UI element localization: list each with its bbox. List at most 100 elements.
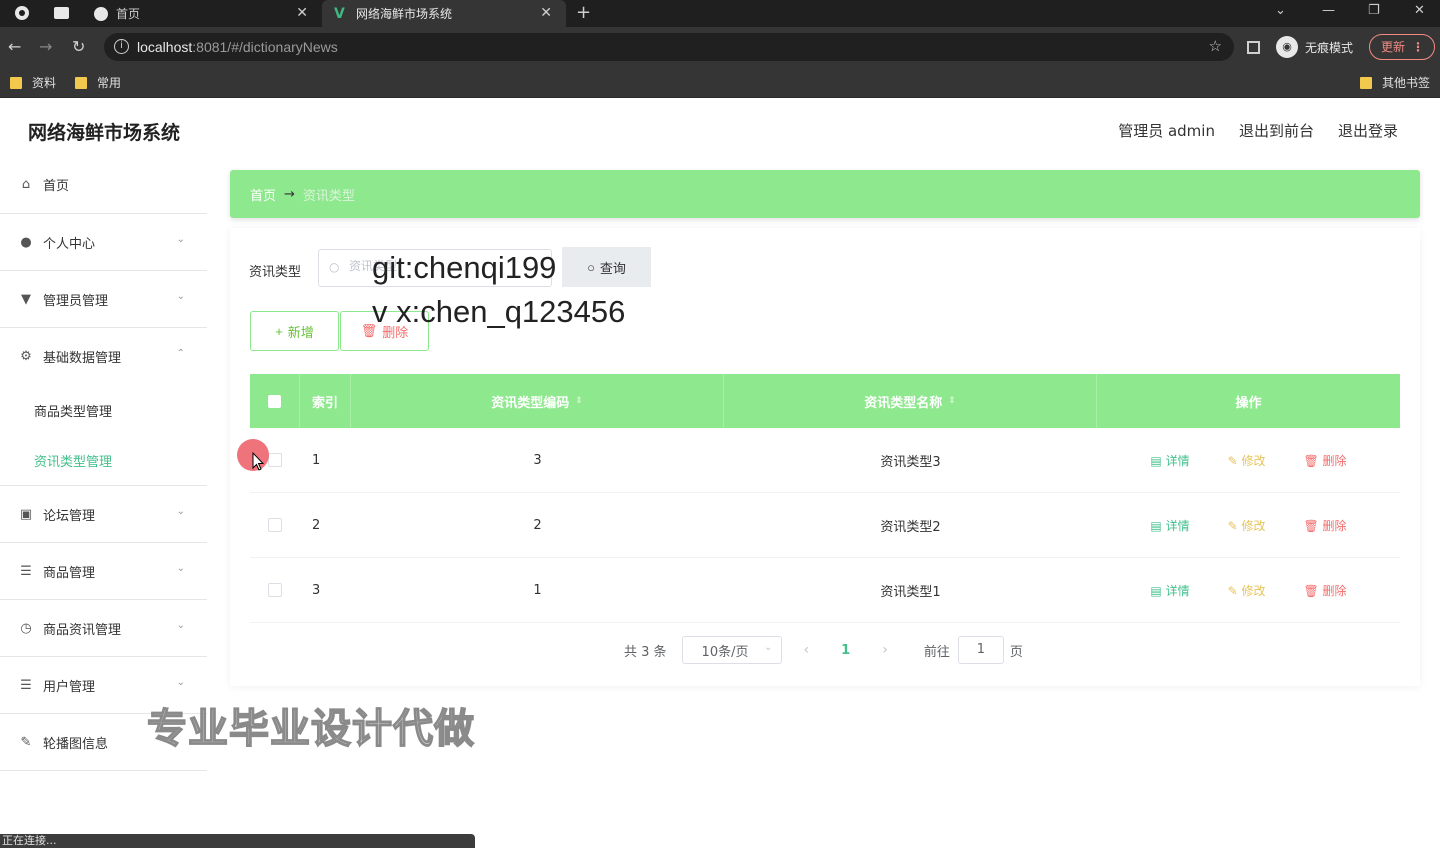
- row-checkbox[interactable]: [268, 518, 282, 532]
- home-icon: ⌂: [21, 177, 31, 192]
- update-label: 更新: [1381, 40, 1406, 54]
- add-button[interactable]: + 新增: [250, 311, 339, 351]
- tab-search-icon[interactable]: [54, 7, 69, 19]
- search-icon: ○: [329, 260, 340, 274]
- info-icon[interactable]: i: [114, 39, 129, 54]
- query-label: 查询: [599, 260, 626, 276]
- other-bookmarks[interactable]: 其他书签: [1360, 74, 1430, 91]
- bookmarks-bar: 资料 常用 其他书签: [0, 67, 1440, 98]
- sidebar-sub-product-type[interactable]: 商品类型管理: [0, 385, 207, 435]
- minimize-icon[interactable]: —: [1322, 3, 1335, 18]
- chevron-down-icon: ⌄: [176, 291, 185, 302]
- new-tab-icon[interactable]: +: [576, 2, 591, 23]
- sidebar-item-product-news[interactable]: ◷ 商品资讯管理 ⌄: [0, 600, 207, 657]
- header-checkbox-cell: [250, 374, 300, 428]
- breadcrumb-current: 资讯类型: [302, 188, 355, 204]
- page-unit: 页: [1009, 644, 1023, 660]
- bookmark-label: 其他书签: [1382, 76, 1431, 90]
- delete-button[interactable]: 🗑 删除: [1303, 582, 1346, 599]
- delete-button[interactable]: 🗑 删除: [1303, 517, 1346, 534]
- watermark-banner: 专业毕业设计代做: [146, 705, 475, 753]
- incognito-indicator[interactable]: ◉ 无痕模式: [1276, 36, 1353, 58]
- detail-button[interactable]: ▤ 详情: [1150, 517, 1189, 534]
- delete-button[interactable]: 🗑 删除: [1303, 452, 1346, 469]
- page-number[interactable]: 1: [841, 643, 850, 658]
- incognito-label: 无痕模式: [1305, 40, 1354, 55]
- sidebar-item-label: 首页: [43, 179, 70, 194]
- row-checkbox[interactable]: [268, 583, 282, 597]
- to-front-link[interactable]: 退出到前台: [1239, 120, 1314, 141]
- sidebar-sub-news-type[interactable]: 资讯类型管理: [0, 435, 207, 486]
- page-size-select[interactable]: 10条/页 ⌄: [681, 636, 782, 664]
- search-icon: ○: [587, 259, 595, 275]
- sidebar-item-label: 基础数据管理: [43, 351, 122, 366]
- url-input[interactable]: i localhost:8081/#/dictionaryNews ☆: [104, 33, 1234, 61]
- goto-page-input[interactable]: 1: [957, 636, 1004, 664]
- cell-code: 2: [533, 517, 542, 533]
- detail-button[interactable]: ▤ 详情: [1150, 452, 1189, 469]
- mouse-pointer-icon: [252, 452, 264, 471]
- detail-button[interactable]: ▤ 详情: [1150, 582, 1189, 599]
- edit-button[interactable]: ✎ 修改: [1228, 517, 1266, 534]
- cell-name: 资讯类型1: [880, 584, 941, 600]
- watermark-wechat: v x:chen_q123456: [372, 294, 626, 329]
- edit-label: 修改: [1241, 518, 1266, 533]
- sidebar-item-forum[interactable]: ▣ 论坛管理 ⌄: [0, 486, 207, 543]
- sidebar: ⌂ 首页 ● 个人中心 ⌄ ▼ 管理员管理 ⌄ ⚙ 基础数据管理 ⌃ 商品类型管…: [0, 156, 208, 771]
- side-panel-icon[interactable]: [1247, 41, 1260, 54]
- logout-link[interactable]: 退出登录: [1338, 120, 1398, 141]
- header-label: 索引: [311, 395, 338, 411]
- sidebar-item-products[interactable]: ☰ 商品管理 ⌄: [0, 543, 207, 600]
- globe-icon: [94, 6, 108, 21]
- browser-logo-icon[interactable]: [14, 5, 30, 21]
- goto-label: 前往: [923, 644, 950, 660]
- reload-icon[interactable]: ↻: [72, 37, 85, 56]
- tab-list-chevron-icon[interactable]: ⌄: [1275, 3, 1286, 18]
- header-code[interactable]: 资讯类型编码 ⇕: [351, 374, 724, 428]
- sidebar-sub-label: 商品类型管理: [34, 404, 113, 420]
- sidebar-item-label: 用户管理: [43, 679, 96, 695]
- chevron-down-icon: ⌄: [176, 620, 185, 631]
- sidebar-item-profile[interactable]: ● 个人中心 ⌄: [0, 214, 207, 271]
- more-menu-icon[interactable]: ⋮: [1412, 35, 1424, 59]
- prev-page-icon[interactable]: ‹: [804, 642, 810, 658]
- header-name[interactable]: 资讯类型名称 ⇕: [724, 374, 1097, 428]
- sidebar-item-label: 管理员管理: [43, 293, 109, 309]
- next-page-icon[interactable]: ›: [882, 642, 888, 658]
- folder-icon: [10, 76, 22, 89]
- sort-icon[interactable]: ⇕: [575, 396, 583, 406]
- search-label: 资讯类型: [249, 265, 302, 280]
- edit-button[interactable]: ✎ 修改: [1228, 582, 1266, 599]
- tab-app[interactable]: V 网络海鲜市场系统 ✕: [322, 0, 566, 27]
- tab-home[interactable]: 首页 ✕: [86, 0, 322, 27]
- sidebar-item-admin[interactable]: ▼ 管理员管理 ⌄: [0, 271, 207, 328]
- bookmark-folder-1[interactable]: 资料: [10, 74, 56, 91]
- update-button[interactable]: 更新 ⋮: [1369, 34, 1435, 60]
- sidebar-item-label: 商品管理: [43, 565, 96, 581]
- select-all-checkbox[interactable]: [268, 394, 281, 408]
- edit-button[interactable]: ✎ 修改: [1228, 452, 1266, 469]
- close-icon[interactable]: ✕: [540, 5, 552, 21]
- sidebar-item-home[interactable]: ⌂ 首页: [0, 156, 207, 214]
- back-icon[interactable]: ←: [8, 37, 21, 56]
- app-title: 网络海鲜市场系统: [28, 122, 181, 144]
- window-close-icon[interactable]: ✕: [1414, 3, 1425, 18]
- bookmark-label: 常用: [97, 76, 122, 90]
- sort-icon[interactable]: ⇕: [948, 396, 956, 406]
- cell-index: 3: [312, 582, 321, 598]
- bookmark-star-icon[interactable]: ☆: [1209, 37, 1222, 55]
- forward-icon[interactable]: →: [39, 37, 52, 56]
- cell-index: 2: [312, 517, 321, 533]
- bookmark-folder-2[interactable]: 常用: [75, 74, 121, 91]
- row-checkbox[interactable]: [268, 453, 282, 467]
- incognito-icon: ◉: [1276, 36, 1298, 58]
- restore-icon[interactable]: ❐: [1368, 3, 1380, 18]
- edit-icon: ✎: [20, 734, 32, 750]
- sidebar-item-basic-data[interactable]: ⚙ 基础数据管理 ⌃: [0, 328, 207, 385]
- breadcrumb-home[interactable]: 首页: [250, 185, 276, 204]
- header-index: 索引: [300, 374, 351, 428]
- plus-icon: +: [275, 323, 283, 339]
- close-icon[interactable]: ✕: [296, 5, 308, 21]
- user-icon: ●: [20, 234, 32, 250]
- query-button[interactable]: ○ 查询: [562, 247, 651, 287]
